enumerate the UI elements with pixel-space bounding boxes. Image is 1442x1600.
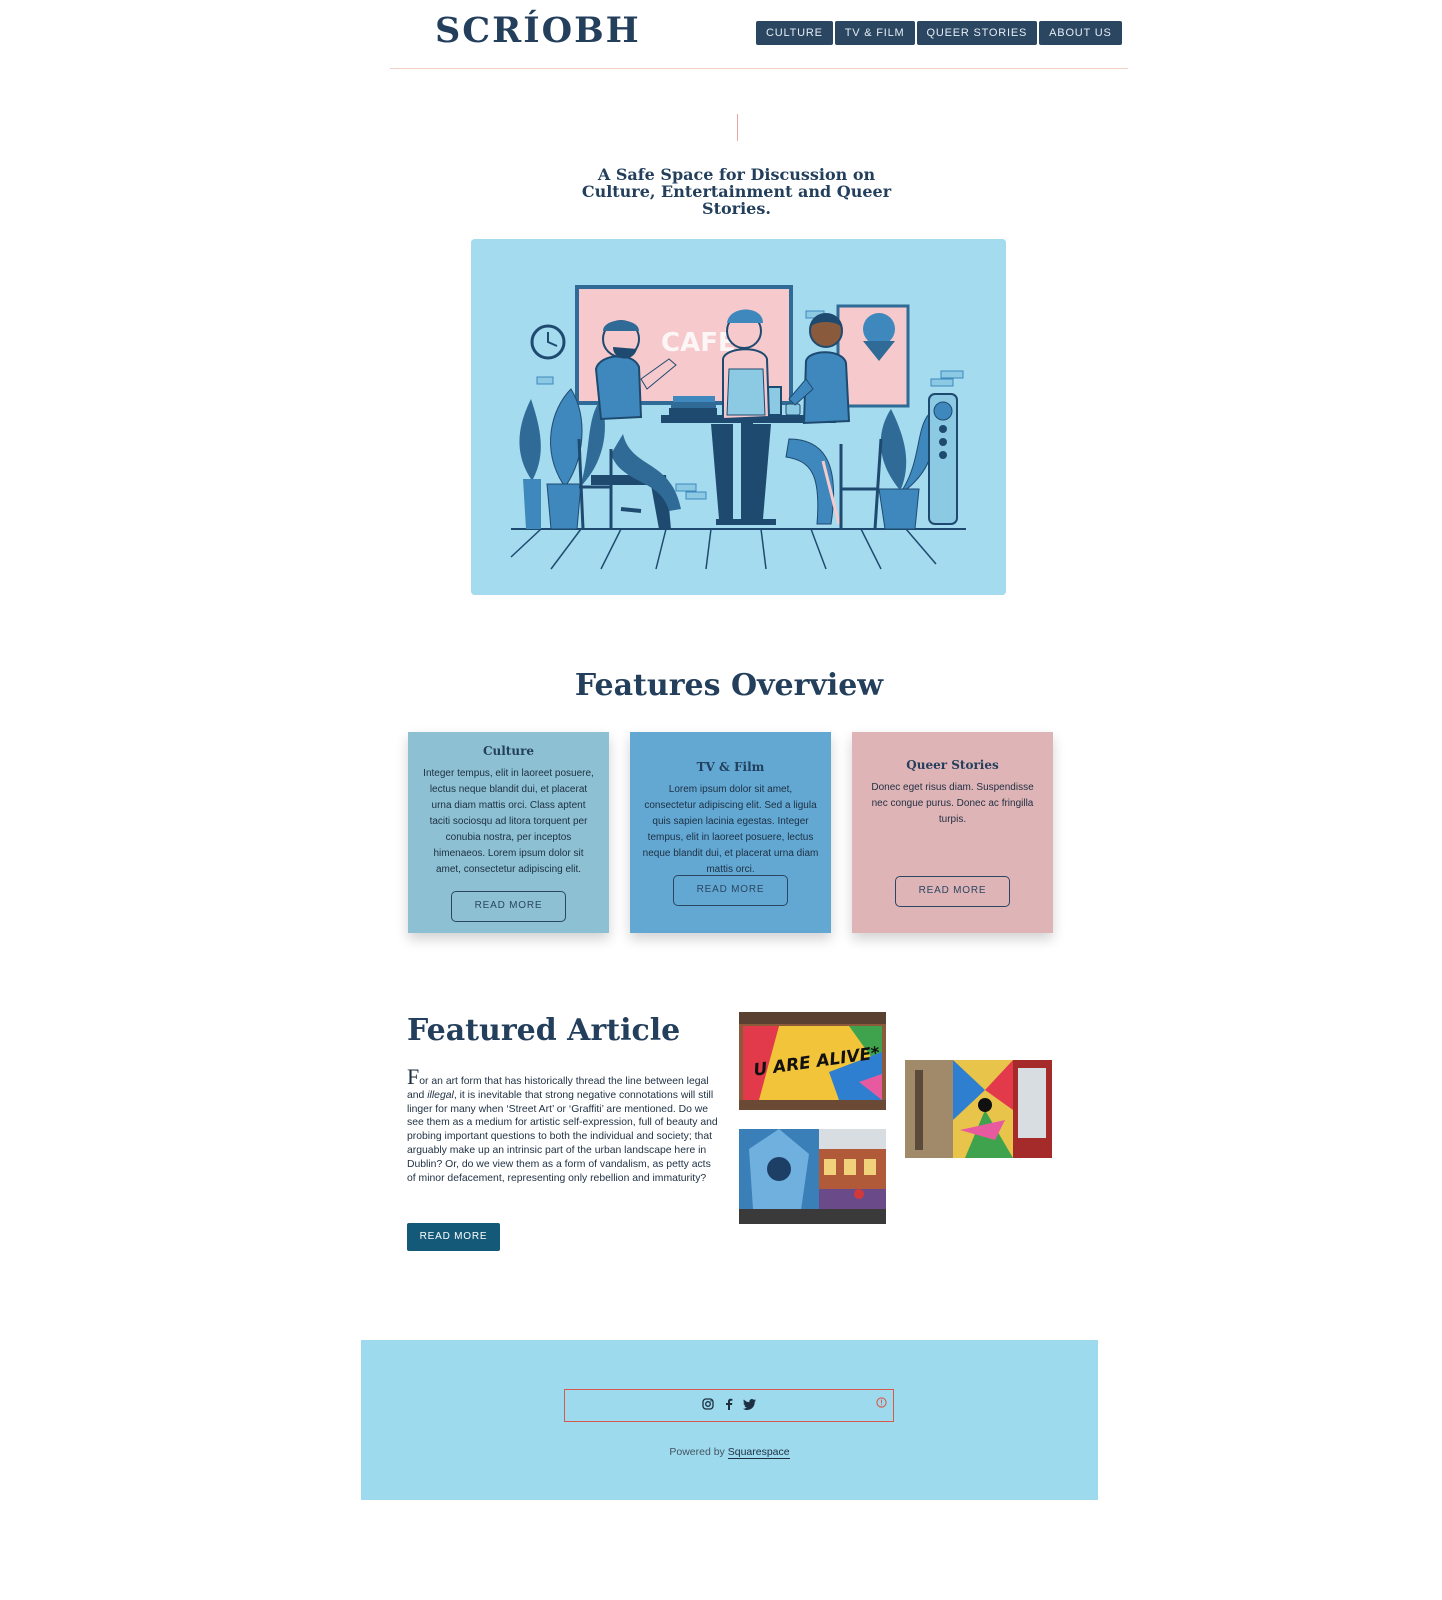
site-logo[interactable]: SCRÍOBH [435,10,641,51]
card-text: Donec eget risus diam. Suspendisse nec c… [871,782,1034,825]
read-more-button[interactable]: READ MORE [895,876,1010,907]
instagram-icon[interactable] [702,1397,714,1415]
header-divider [390,68,1128,69]
main-nav: CULTURE TV & FILM QUEER STORIES ABOUT US [756,21,1122,45]
body-text-end: , it is inevitable that strong negative … [407,1089,718,1184]
mural-photo-u-are-alive[interactable]: U ARE ALIVE* [739,1012,886,1110]
featured-article-body: For an art form that has historically th… [407,1066,719,1185]
featured-article-title: Featured Article [407,1013,681,1048]
card-title: Queer Stories [906,758,999,772]
hero-tagline: A Safe Space for Discussion on Culture, … [581,165,892,218]
feature-card-queer-stories: Queer Stories Donec eget risus diam. Sus… [852,732,1053,933]
cafe-sign: CAFÉ [661,326,736,358]
street-mural-photo[interactable] [739,1129,886,1224]
card-title: Culture [482,744,535,758]
read-more-button[interactable]: READ MORE [451,891,566,922]
feature-card-culture: Culture Integer tempus, elit in laoreet … [408,732,609,933]
features-title: Features Overview [574,668,884,703]
squarespace-link[interactable]: Squarespace [727,1446,790,1459]
nav-tv-film[interactable]: TV & FILM [834,21,915,45]
read-more-button[interactable]: READ MORE [673,875,788,906]
featured-read-more-button[interactable]: READ MORE [407,1223,500,1251]
powered-by-label: Powered by [669,1446,725,1458]
facebook-icon[interactable] [725,1397,733,1415]
nav-queer-stories[interactable]: QUEER STORIES [916,21,1038,45]
decorative-line [737,114,738,141]
card-title: TV & Film [696,760,765,774]
powered-by: Powered by Squarespace [361,1446,1098,1459]
nav-about-us[interactable]: ABOUT US [1039,21,1122,45]
body-text-emphasis: illegal [427,1089,454,1101]
hero-illustration: CAFÉ [471,239,1006,595]
social-links-box [564,1389,894,1422]
feature-card-tv-film: TV & Film Lorem ipsum dolor sit amet, co… [630,732,831,933]
footer: Powered by Squarespace [361,1340,1098,1500]
colorful-face-mural-photo[interactable] [905,1060,1052,1158]
twitter-icon[interactable] [742,1397,756,1415]
nav-culture[interactable]: CULTURE [756,21,833,45]
card-text: Integer tempus, elit in laoreet posuere,… [423,768,594,875]
social-icons [565,1397,893,1415]
warning-icon[interactable] [876,1395,887,1413]
card-text: Lorem ipsum dolor sit amet, consectetur … [642,784,819,875]
drop-cap: F [407,1064,420,1089]
